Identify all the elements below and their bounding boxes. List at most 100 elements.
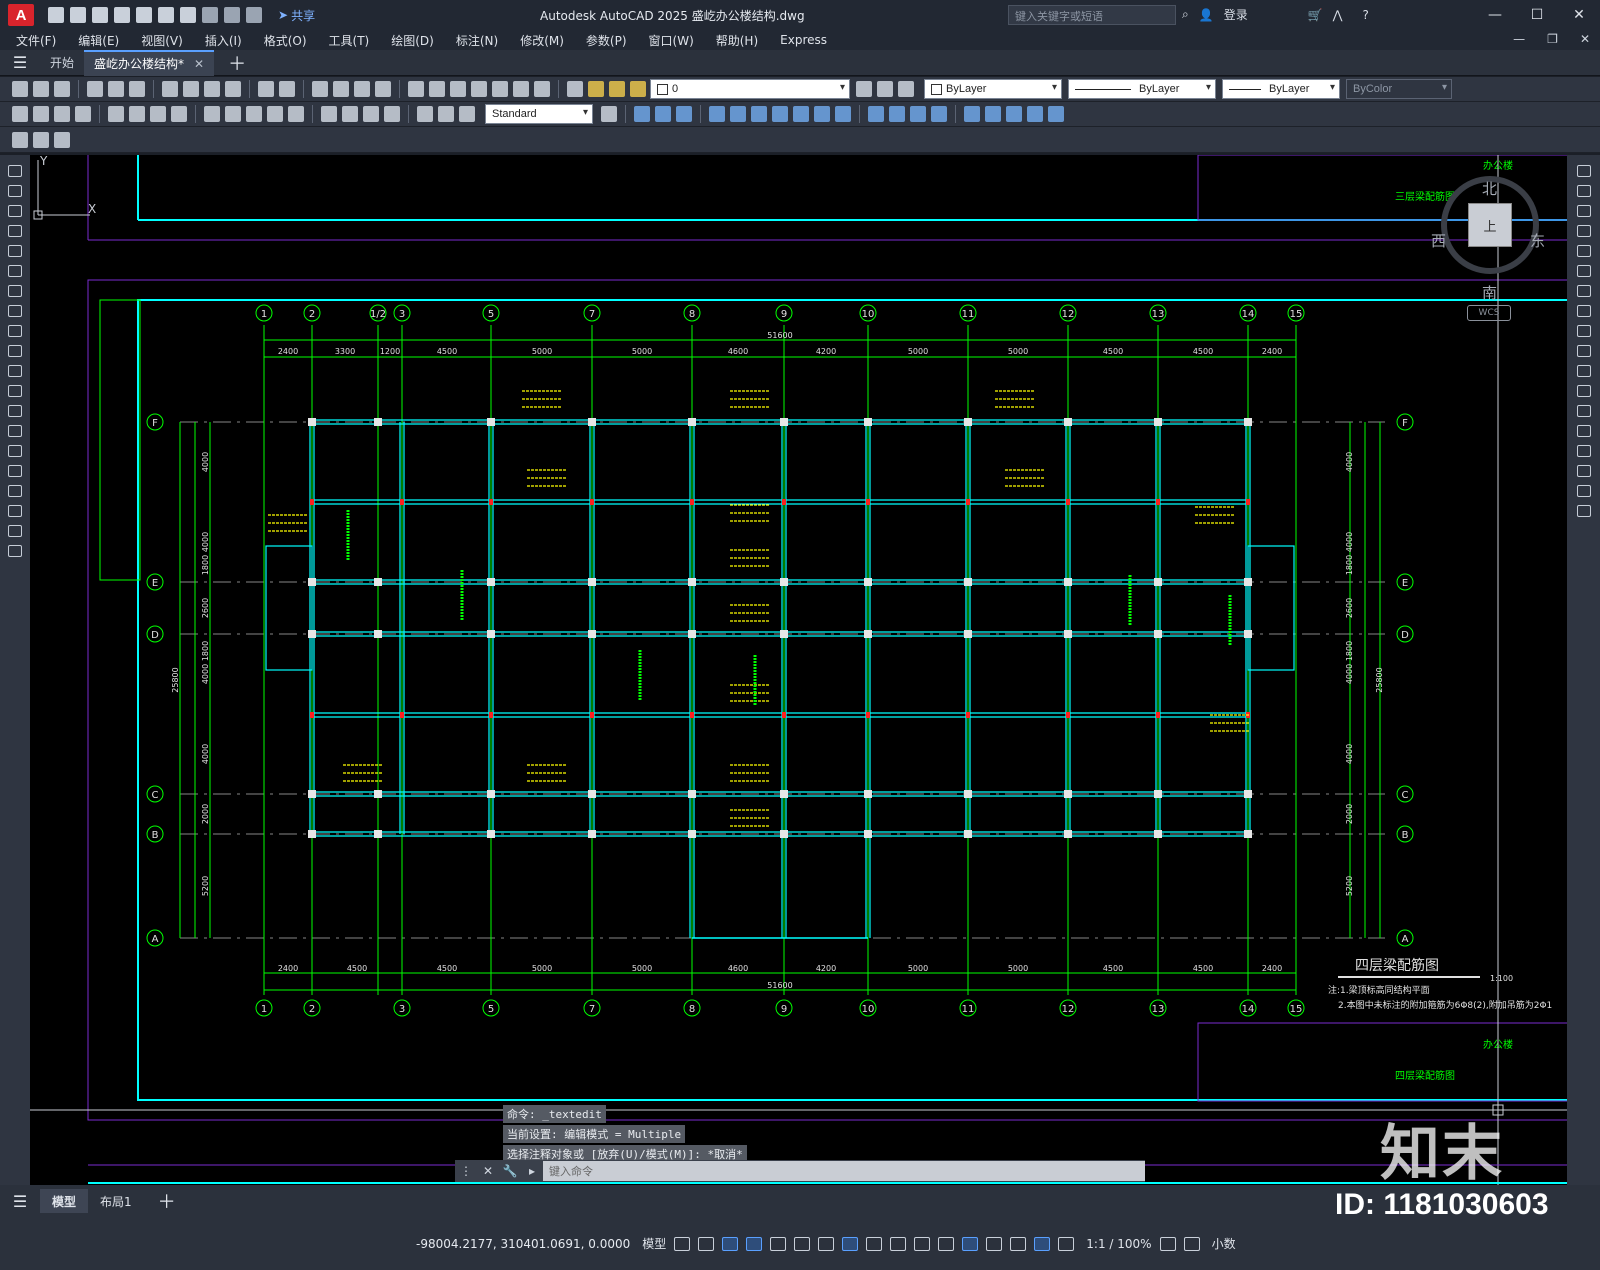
attach-image-icon[interactable] bbox=[33, 131, 49, 148]
polar-icon[interactable] bbox=[770, 1236, 787, 1251]
command-prompt-icon[interactable]: ▸ bbox=[521, 1164, 543, 1178]
drawing-viewport[interactable]: 三层梁配筋图 办公楼 1 2 1/2 3 5 7 8 9 10 11 12 13 14 15 1 2 3 5 7 8 9 10… bbox=[30, 155, 1567, 1185]
menu-format[interactable]: 格式(O) bbox=[264, 32, 307, 49]
hamburger-menu-icon[interactable]: ☰ bbox=[0, 53, 40, 72]
command-customize-icon[interactable]: 🔧 bbox=[499, 1164, 521, 1178]
add-layout-icon[interactable]: ＋ bbox=[158, 1188, 176, 1214]
properties-icon[interactable] bbox=[408, 81, 424, 97]
mtext-icon[interactable] bbox=[8, 525, 22, 537]
layer-lock-icon[interactable] bbox=[630, 81, 646, 97]
maximize-icon[interactable]: ☐ bbox=[1516, 0, 1558, 30]
linear-dim-icon[interactable] bbox=[12, 106, 28, 122]
doc-close-icon[interactable]: ✕ bbox=[1580, 32, 1590, 46]
viewcube-north[interactable]: 北 bbox=[1482, 178, 1497, 199]
layer-thaw-icon[interactable] bbox=[609, 81, 625, 97]
layer-state-icon[interactable] bbox=[898, 81, 914, 97]
dim-text-edit-icon[interactable] bbox=[438, 106, 454, 122]
mirror-icon[interactable] bbox=[1576, 205, 1591, 217]
color-dropdown[interactable]: ByLayer bbox=[924, 79, 1062, 99]
doc-minimize-icon[interactable]: — bbox=[1513, 32, 1525, 46]
new-tab-icon[interactable]: ＋ bbox=[228, 50, 246, 76]
pan-icon[interactable] bbox=[312, 81, 328, 97]
cart-icon[interactable]: 🛒 bbox=[1308, 8, 1323, 22]
gizmo-icon[interactable] bbox=[1010, 1236, 1027, 1251]
render-icon-2[interactable] bbox=[889, 106, 905, 122]
polyline-icon[interactable] bbox=[8, 205, 22, 217]
selection-filter-icon[interactable] bbox=[986, 1236, 1003, 1251]
object-snap-tracking-icon[interactable] bbox=[818, 1236, 835, 1251]
dim-break-icon[interactable] bbox=[288, 106, 304, 122]
radius-icon[interactable] bbox=[108, 106, 124, 122]
table-icon[interactable] bbox=[8, 505, 22, 517]
explode-icon[interactable] bbox=[1576, 505, 1591, 517]
make-current-layer-icon[interactable] bbox=[856, 81, 872, 97]
view-icon-1[interactable] bbox=[634, 106, 650, 122]
plotstyle-dropdown[interactable]: ByColor bbox=[1346, 79, 1452, 99]
ucs-icon-2[interactable] bbox=[730, 106, 746, 122]
insert-block-icon[interactable] bbox=[8, 385, 22, 397]
ucs-icon-3[interactable] bbox=[751, 106, 767, 122]
menu-file[interactable]: 文件(F) bbox=[16, 32, 56, 49]
save-web-icon[interactable] bbox=[158, 7, 174, 23]
arc-icon[interactable] bbox=[8, 265, 22, 277]
help-icon[interactable]: ? bbox=[1363, 8, 1369, 22]
layer-previous-icon[interactable] bbox=[877, 81, 893, 97]
redo-icon[interactable] bbox=[224, 7, 240, 23]
workspace-gear-icon[interactable] bbox=[1159, 1236, 1176, 1251]
render-icon-3[interactable] bbox=[910, 106, 926, 122]
open-icon[interactable] bbox=[33, 81, 49, 97]
circle-icon[interactable] bbox=[8, 285, 22, 297]
layer-properties-icon[interactable] bbox=[567, 81, 583, 97]
polygon-icon[interactable] bbox=[8, 225, 22, 237]
coordinates-readout[interactable]: -98004.2177, 310401.0691, 0.0000 bbox=[416, 1237, 630, 1251]
copy-object-icon[interactable] bbox=[1576, 185, 1591, 197]
ellipse-arc-icon[interactable] bbox=[8, 365, 22, 377]
add-selected-icon[interactable] bbox=[8, 545, 22, 557]
zoom-previous-icon[interactable] bbox=[375, 81, 391, 97]
make-block-icon[interactable] bbox=[8, 405, 22, 417]
blend-icon[interactable] bbox=[1576, 485, 1591, 497]
calculator-icon[interactable] bbox=[513, 81, 529, 97]
3d-osnap-icon[interactable] bbox=[938, 1236, 955, 1251]
construction-line-icon[interactable] bbox=[8, 185, 22, 197]
units-dropdown[interactable]: 小数 bbox=[1212, 1235, 1236, 1252]
layer-dropdown[interactable]: 0 bbox=[650, 79, 850, 99]
plot-icon[interactable] bbox=[87, 81, 103, 97]
baseline-icon[interactable] bbox=[225, 106, 241, 122]
ucs-icon-4[interactable] bbox=[772, 106, 788, 122]
render-icon-4[interactable] bbox=[931, 106, 947, 122]
angular-icon[interactable] bbox=[171, 106, 187, 122]
command-close-icon[interactable]: ✕ bbox=[477, 1164, 499, 1178]
login-button[interactable]: 登录 bbox=[1224, 6, 1248, 23]
qnew-icon[interactable] bbox=[12, 81, 28, 97]
view-icon-3[interactable] bbox=[676, 106, 692, 122]
share-button[interactable]: ➤ 共享 bbox=[278, 7, 315, 24]
render-icon-1[interactable] bbox=[868, 106, 884, 122]
continue-icon[interactable] bbox=[246, 106, 262, 122]
attach-xref-icon[interactable] bbox=[54, 131, 70, 148]
stretch-icon[interactable] bbox=[1576, 325, 1591, 337]
copy-icon[interactable] bbox=[183, 81, 199, 97]
user-icon[interactable]: 👤 bbox=[1199, 8, 1214, 22]
solid-icon-1[interactable] bbox=[964, 106, 980, 122]
annotation-monitor-icon[interactable] bbox=[1183, 1236, 1200, 1251]
menu-window[interactable]: 窗口(W) bbox=[649, 32, 694, 49]
solid-icon-4[interactable] bbox=[1027, 106, 1043, 122]
save-as-icon[interactable] bbox=[114, 7, 130, 23]
solid-icon-3[interactable] bbox=[1006, 106, 1022, 122]
erase-icon[interactable] bbox=[1576, 165, 1591, 177]
tool-palettes-icon[interactable] bbox=[450, 81, 466, 97]
zoom-realtime-icon[interactable] bbox=[333, 81, 349, 97]
isodraft-icon[interactable] bbox=[794, 1236, 811, 1251]
jogged-icon[interactable] bbox=[129, 106, 145, 122]
menu-draw[interactable]: 绘图(D) bbox=[391, 32, 434, 49]
break-icon[interactable] bbox=[1576, 405, 1591, 417]
command-grip-icon[interactable]: ⋮ bbox=[455, 1164, 477, 1178]
selection-cycling-icon[interactable] bbox=[914, 1236, 931, 1251]
object-snap-icon[interactable] bbox=[842, 1236, 859, 1251]
join-icon[interactable] bbox=[1576, 425, 1591, 437]
menu-edit[interactable]: 编辑(E) bbox=[78, 32, 119, 49]
help-search-input[interactable]: 键入关键字或短语 bbox=[1008, 5, 1176, 25]
view-icon-2[interactable] bbox=[655, 106, 671, 122]
menu-insert[interactable]: 插入(I) bbox=[205, 32, 242, 49]
